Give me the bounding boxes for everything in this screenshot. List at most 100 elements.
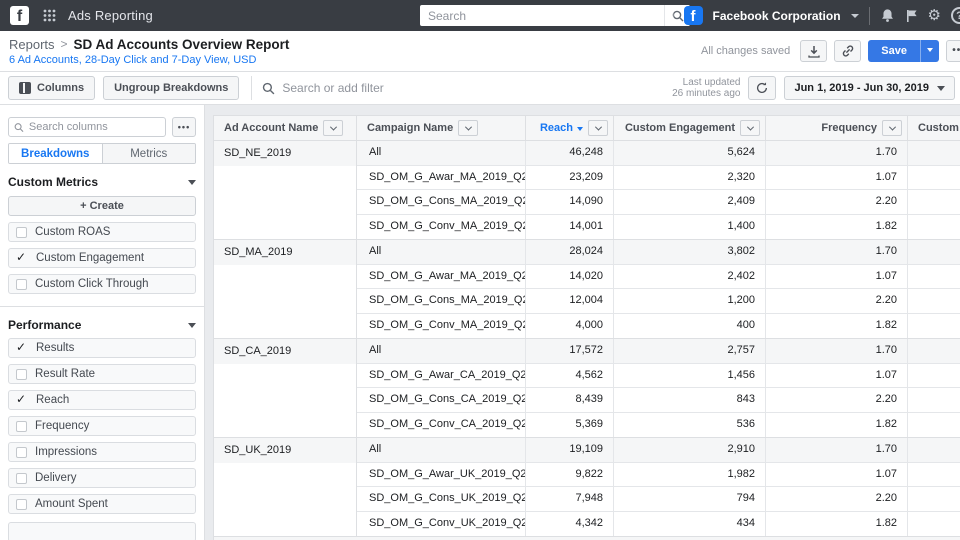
unchecked-checkbox-icon[interactable] — [16, 446, 27, 458]
metric-checkbox-item[interactable]: Result Rate — [8, 364, 196, 384]
account-name-cell[interactable]: SD_MA_2019 — [214, 240, 356, 265]
column-menu-button[interactable] — [458, 120, 479, 136]
filter-search-input[interactable] — [282, 81, 673, 95]
section-header[interactable]: Performance — [8, 318, 196, 332]
create-custom-metric-button[interactable]: + Create — [8, 196, 196, 216]
frequency-cell: 1.82 — [766, 412, 908, 437]
table-row[interactable]: SD_OM_G_Conv_CA_2019_Q2 5,369 536 1.82 — [357, 412, 960, 437]
custom-engagement-cell: 1,200 — [614, 289, 766, 313]
table-row[interactable]: All 28,024 3,802 1.70 — [357, 240, 960, 265]
unchecked-checkbox-icon[interactable] — [16, 226, 27, 238]
table-row[interactable]: All 46,248 5,624 1.70 — [357, 141, 960, 166]
table-row[interactable]: SD_OM_G_Conv_MA_2019_Q2 4,000 400 1.82 — [357, 313, 960, 338]
checked-checkbox-icon[interactable]: ✓ — [16, 251, 28, 265]
refresh-button[interactable] — [748, 76, 777, 100]
metric-checkbox-item[interactable]: ✓ Results — [8, 338, 196, 358]
metric-checkbox-item[interactable]: Impressions — [8, 442, 196, 462]
metric-checkbox-item[interactable]: ✓ Reach — [8, 390, 196, 410]
custom-engagement-cell: 5,624 — [614, 141, 766, 165]
metric-checkbox-item[interactable]: Custom ROAS — [8, 222, 196, 242]
topbar: f Ads Reporting f Facebook Corporation — [0, 0, 960, 31]
flag-icon[interactable] — [905, 9, 918, 23]
column-header-frequency[interactable]: Frequency — [766, 116, 908, 140]
custom-cell — [908, 289, 960, 313]
metric-checkbox-item[interactable]: Custom Click Through — [8, 274, 196, 294]
table-row[interactable]: SD_OM_G_Awar_UK_2019_Q2 9,822 1,982 1.07 — [357, 462, 960, 487]
table-row[interactable]: SD_OM_G_Cons_MA_2019_Q2 12,004 1,200 2.20 — [357, 289, 960, 314]
save-button[interactable]: Save — [868, 40, 920, 62]
collapse-caret-icon — [188, 179, 196, 189]
global-search-input[interactable] — [420, 5, 664, 26]
facebook-account-icon[interactable]: f — [683, 6, 703, 25]
unchecked-checkbox-icon[interactable] — [16, 368, 27, 380]
metric-checkbox-item[interactable]: Delivery — [8, 468, 196, 488]
frequency-cell: 1.82 — [766, 313, 908, 338]
account-group: SD_NE_2019 All 46,248 5,624 1.70 SD_OM_G_Awar… — [214, 141, 960, 240]
campaign-name-cell: SD_OM_G_Conv_MA_2019_Q2 — [357, 214, 526, 239]
account-name-cell[interactable]: SD_NE_2019 — [214, 141, 356, 166]
column-header-ad-account-name[interactable]: Ad Account Name — [214, 116, 357, 140]
table-row[interactable]: SD_OM_G_Conv_MA_2019_Q2 14,001 1,400 1.82 — [357, 214, 960, 239]
column-menu-button[interactable] — [882, 120, 902, 136]
reach-cell: 28,024 — [526, 240, 614, 264]
search-columns-input[interactable] — [28, 121, 160, 133]
report-table: Ad Account Name Campaign Name Reach Custom … — [213, 115, 960, 540]
unchecked-checkbox-icon[interactable] — [16, 278, 27, 290]
account-name-cell[interactable]: SD_CA_2019 — [214, 339, 356, 364]
more-options-button[interactable]: ••• — [946, 40, 960, 62]
topbar-search — [420, 5, 690, 26]
columns-button[interactable]: Columns — [8, 76, 96, 100]
reach-cell: 19,109 — [526, 438, 614, 462]
column-header-reach[interactable]: Reach — [526, 116, 614, 140]
help-icon[interactable]: ? — [951, 7, 960, 24]
account-switcher[interactable]: Facebook Corporation — [713, 9, 841, 23]
table-row[interactable]: SD_OM_G_Cons_CA_2019_Q2 8,439 843 2.20 — [357, 388, 960, 413]
checked-checkbox-icon[interactable]: ✓ — [16, 393, 28, 407]
column-menu-button[interactable] — [588, 120, 608, 136]
share-link-button[interactable] — [834, 40, 862, 62]
save-options-caret[interactable] — [920, 40, 939, 62]
column-header-campaign-name[interactable]: Campaign Name — [357, 116, 526, 140]
account-name-column: SD_UK_2019 — [214, 438, 357, 536]
metric-checkbox-item[interactable]: ✓ Custom Engagement — [8, 248, 196, 268]
account-name-cell[interactable]: SD_UK_2019 — [214, 438, 356, 463]
date-range-picker[interactable]: Jun 1, 2019 - Jun 30, 2019 — [784, 76, 955, 100]
tab-metrics[interactable]: Metrics — [102, 144, 195, 163]
group-rows: All 17,572 2,757 1.70 SD_OM_G_Awar_CA_2019_Q… — [357, 339, 960, 437]
metric-checkbox-item[interactable]: Frequency — [8, 416, 196, 436]
unchecked-checkbox-icon[interactable] — [16, 420, 27, 432]
column-menu-button[interactable] — [323, 120, 344, 136]
column-header-custom-engagement[interactable]: Custom Engagement — [614, 116, 766, 140]
ungroup-breakdowns-button[interactable]: Ungroup Breakdowns — [103, 76, 240, 100]
column-header-custom[interactable]: Custom — [908, 116, 960, 140]
unchecked-checkbox-icon[interactable] — [16, 498, 27, 510]
table-row[interactable]: SD_OM_G_Awar_MA_2019_Q2 23,209 2,320 1.07 — [357, 165, 960, 190]
table-row[interactable]: All 19,109 2,910 1.70 — [357, 438, 960, 463]
account-caret-icon[interactable] — [850, 13, 859, 22]
table-row[interactable]: SD_OM_G_Awar_CA_2019_Q2 4,562 1,456 1.07 — [357, 363, 960, 388]
section-title: Performance — [8, 318, 82, 332]
report-scope-link[interactable]: 6 Ad Accounts, 28-Day Click and 7-Day Vi… — [9, 54, 289, 66]
tab-breakdowns[interactable]: Breakdowns — [9, 144, 103, 163]
table-row[interactable]: All 17,572 2,757 1.70 — [357, 339, 960, 364]
metric-label: Results — [36, 342, 75, 354]
export-download-button[interactable] — [800, 40, 828, 62]
section-header[interactable]: Custom Metrics — [8, 175, 196, 189]
frequency-cell: 1.07 — [766, 363, 908, 387]
facebook-logo-icon[interactable]: f — [10, 6, 29, 25]
notifications-bell-icon[interactable] — [880, 8, 895, 23]
table-row[interactable]: SD_OM_G_Cons_MA_2019_Q2 14,090 2,409 2.20 — [357, 190, 960, 215]
breadcrumb-reports-link[interactable]: Reports — [9, 37, 55, 52]
app-grid-icon[interactable] — [43, 9, 56, 22]
table-row[interactable]: SD_OM_G_Cons_UK_2019_Q2 7,948 794 2.20 — [357, 487, 960, 512]
table-row[interactable]: SD_OM_G_Awar_MA_2019_Q2 14,020 2,402 1.07 — [357, 264, 960, 289]
metric-checkbox-item[interactable]: Amount Spent — [8, 494, 196, 514]
columns-sidebar: ••• BreakdownsMetrics Custom Metrics + Cr… — [0, 105, 205, 540]
column-menu-button[interactable] — [740, 120, 760, 136]
settings-gear-icon[interactable]: ⚙ — [928, 8, 941, 23]
last-updated-line2: 26 minutes ago — [672, 88, 741, 99]
checked-checkbox-icon[interactable]: ✓ — [16, 341, 28, 355]
sidebar-more-button[interactable]: ••• — [172, 117, 196, 137]
unchecked-checkbox-icon[interactable] — [16, 472, 27, 484]
table-row[interactable]: SD_OM_G_Conv_UK_2019_Q2 4,342 434 1.82 — [357, 511, 960, 536]
